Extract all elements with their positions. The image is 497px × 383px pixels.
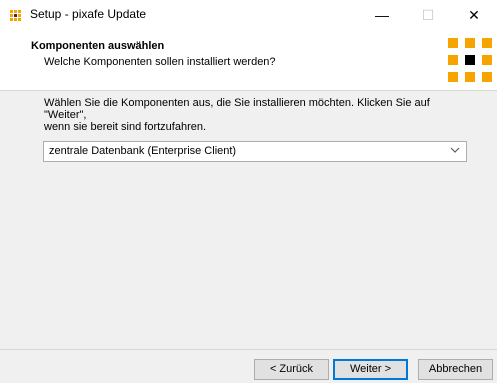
chevron-down-icon — [450, 147, 460, 153]
instructions-text: Wählen Sie die Komponenten aus, die Sie … — [44, 97, 474, 133]
cancel-button[interactable]: Abbrechen — [418, 359, 493, 380]
page-title: Komponenten auswählen — [31, 40, 165, 52]
window-title: Setup - pixafe Update — [30, 7, 147, 21]
footer-divider — [0, 349, 497, 350]
app-icon — [10, 10, 22, 22]
next-button[interactable]: Weiter > — [333, 359, 408, 380]
wizard-header: Komponenten auswählen Welche Komponenten… — [0, 30, 497, 91]
back-button[interactable]: < Zurück — [254, 359, 329, 380]
components-select[interactable]: zentrale Datenbank (Enterprise Client) — [43, 141, 467, 162]
close-button[interactable]: ✕ — [451, 0, 497, 30]
page-subtitle: Welche Komponenten sollen installiert we… — [44, 56, 276, 68]
minimize-button[interactable]: — — [359, 0, 405, 30]
title-bar: Setup - pixafe Update — ☐ ✕ — [0, 0, 497, 30]
maximize-button: ☐ — [421, 7, 435, 23]
instructions-line-1: Wählen Sie die Komponenten aus, die Sie … — [44, 97, 430, 121]
brand-logo — [446, 35, 494, 85]
instructions-line-2: wenn sie bereit sind fortzufahren. — [44, 121, 207, 133]
components-select-value: zentrale Datenbank (Enterprise Client) — [49, 145, 237, 157]
